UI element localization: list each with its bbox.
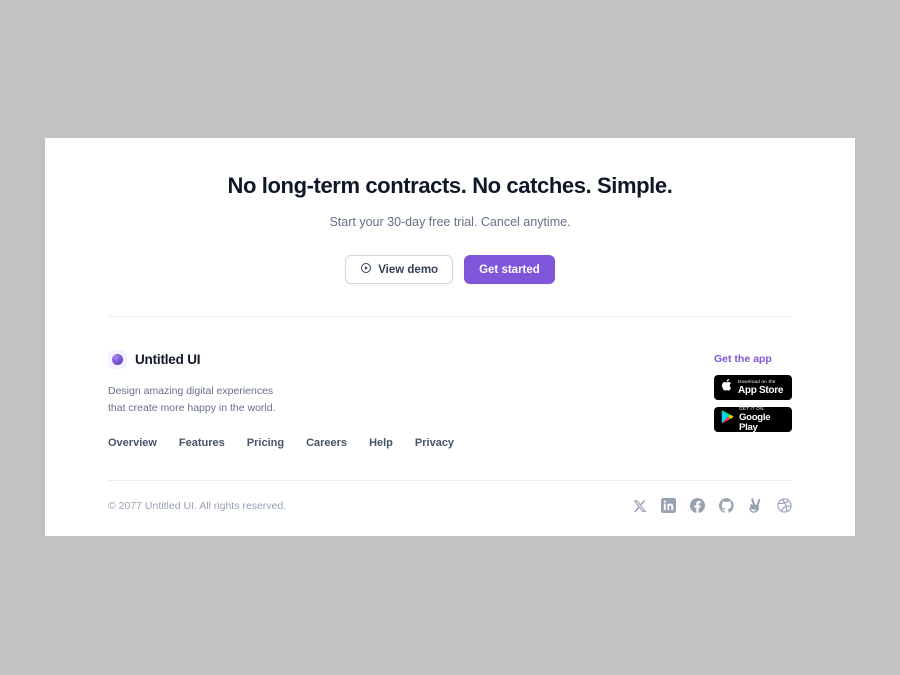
app-store-big-text: App Store (738, 384, 784, 396)
get-the-app-label: Get the app (714, 353, 772, 366)
google-play-big-text: Google Play (739, 412, 771, 433)
brand-tagline: Design amazing digital experiences that … (108, 385, 276, 415)
cta-subtitle: Start your 30-day free trial. Cancel any… (329, 214, 571, 229)
brand-name: Untitled UI (135, 352, 201, 368)
social-links (632, 498, 792, 514)
footer-link-help[interactable]: Help (369, 437, 393, 449)
app-store-small-text: Download on the (738, 379, 776, 385)
footer-brand-column: Untitled UI Design amazing digital exper… (108, 350, 528, 449)
google-play-badge[interactable]: GET IT ON Google Play (714, 407, 792, 433)
get-started-label: Get started (479, 263, 540, 276)
app-store-badge[interactable]: Download on the App Store (714, 375, 792, 401)
linkedin-icon[interactable] (661, 498, 676, 514)
copyright-text: © 2077 Untitled UI. All rights reserved. (108, 499, 287, 512)
cta-section: No long-term contracts. No catches. Simp… (45, 138, 855, 285)
github-icon[interactable] (719, 498, 734, 514)
pricing-footer-card: No long-term contracts. No catches. Simp… (45, 138, 855, 536)
footer-nav: Overview Features Pricing Careers Help P… (108, 437, 528, 449)
google-play-icon (721, 410, 734, 429)
angellist-icon[interactable] (748, 498, 763, 514)
footer-main: Untitled UI Design amazing digital exper… (45, 317, 855, 449)
brand[interactable]: Untitled UI (108, 350, 528, 370)
footer-bottom-bar: © 2077 Untitled UI. All rights reserved. (45, 481, 855, 514)
footer-link-privacy[interactable]: Privacy (415, 437, 454, 449)
view-demo-label: View demo (378, 263, 439, 276)
get-started-button[interactable]: Get started (464, 255, 555, 285)
footer-link-features[interactable]: Features (179, 437, 225, 449)
view-demo-button[interactable]: View demo (345, 255, 454, 285)
untitled-ui-logo-icon (108, 350, 127, 370)
play-circle-icon (360, 262, 372, 277)
footer-link-overview[interactable]: Overview (108, 437, 157, 449)
x-twitter-icon[interactable] (632, 498, 647, 513)
cta-actions: View demo Get started (45, 255, 855, 285)
footer-link-careers[interactable]: Careers (306, 437, 347, 449)
cta-title: No long-term contracts. No catches. Simp… (227, 173, 673, 198)
facebook-icon[interactable] (690, 498, 705, 514)
dribbble-icon[interactable] (777, 498, 792, 513)
apple-icon (721, 378, 733, 397)
footer-link-pricing[interactable]: Pricing (247, 437, 284, 449)
get-the-app-column: Get the app Download on the App Store GE… (714, 350, 792, 433)
